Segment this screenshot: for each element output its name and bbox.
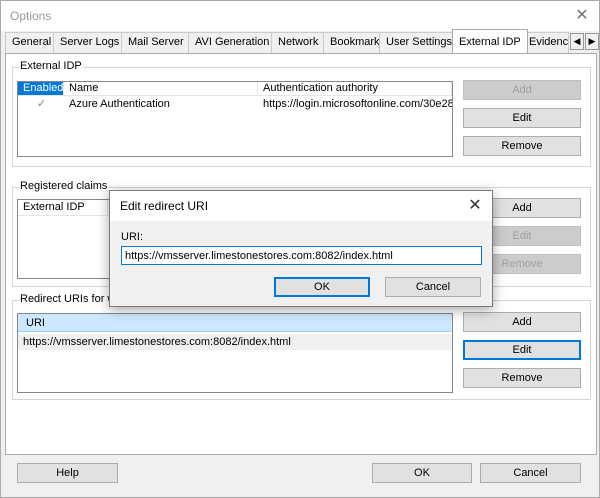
column-header-name[interactable]: Name — [64, 82, 258, 96]
external-idp-list[interactable]: Enabled Name Authentication authority ✓ … — [17, 81, 453, 157]
close-icon[interactable]: ✕ — [464, 195, 486, 217]
window-title: Options — [10, 9, 52, 23]
external-idp-group-label: External IDP — [19, 60, 83, 72]
dialog-title: Edit redirect URI — [120, 199, 209, 213]
idp-add-button[interactable]: Add — [463, 80, 581, 100]
uri-remove-button[interactable]: Remove — [463, 368, 581, 388]
column-header-external-idp[interactable]: External IDP — [18, 200, 108, 216]
column-header-authority[interactable]: Authentication authority — [258, 82, 452, 96]
tab-user-settings[interactable]: User Settings — [379, 32, 460, 53]
tab-server-logs[interactable]: Server Logs — [53, 32, 127, 53]
uri-add-button[interactable]: Add — [463, 312, 581, 332]
column-header-uri[interactable]: URI — [18, 314, 452, 332]
edit-redirect-uri-dialog: Edit redirect URI ✕ URI: OK Cancel — [109, 190, 493, 307]
redirect-uris-group-label: Redirect URIs for we — [19, 293, 123, 305]
tab-evidence[interactable]: Evidence L — [522, 32, 569, 53]
tab-avi-generation[interactable]: AVI Generation — [188, 32, 277, 53]
redirect-uris-list[interactable]: URI https://vmsserver.limestonestores.co… — [17, 313, 453, 393]
title-bar: Options ✕ — [1, 1, 599, 31]
dialog-cancel-button[interactable]: Cancel — [385, 277, 481, 297]
enabled-checkbox[interactable]: ✓ — [35, 98, 48, 111]
uri-edit-button[interactable]: Edit — [463, 340, 581, 360]
uri-input[interactable] — [121, 246, 482, 265]
dialog-ok-button[interactable]: OK — [274, 277, 370, 297]
dialog-title-bar: Edit redirect URI ✕ — [110, 191, 492, 221]
tab-general[interactable]: General — [5, 32, 59, 53]
cancel-button[interactable]: Cancel — [480, 463, 581, 483]
idp-authority-cell[interactable]: https://login.microsoftonline.com/30e28.… — [258, 96, 452, 112]
uri-label: URI: — [121, 231, 143, 243]
redirect-uri-row[interactable]: https://vmsserver.limestonestores.com:80… — [18, 334, 452, 350]
tab-external-idp[interactable]: External IDP — [452, 29, 528, 53]
column-header-enabled[interactable]: Enabled — [18, 82, 64, 96]
help-button[interactable]: Help — [17, 463, 118, 483]
registered-claims-group-label: Registered claims — [19, 180, 109, 192]
idp-edit-button[interactable]: Edit — [463, 108, 581, 128]
chevron-left-icon[interactable]: ◀ — [570, 33, 584, 50]
idp-remove-button[interactable]: Remove — [463, 136, 581, 156]
options-window: Options ✕ General Server Logs Mail Serve… — [0, 0, 600, 498]
tab-strip: General Server Logs Mail Server AVI Gene… — [5, 29, 599, 53]
tab-bookmark[interactable]: Bookmark — [323, 32, 387, 53]
chevron-right-icon[interactable]: ▶ — [585, 33, 599, 50]
idp-name-cell[interactable]: Azure Authentication — [64, 96, 258, 112]
tab-network[interactable]: Network — [271, 32, 326, 53]
close-icon[interactable]: ✕ — [571, 5, 593, 27]
tab-mail-server[interactable]: Mail Server — [121, 32, 191, 53]
ok-button[interactable]: OK — [372, 463, 472, 483]
